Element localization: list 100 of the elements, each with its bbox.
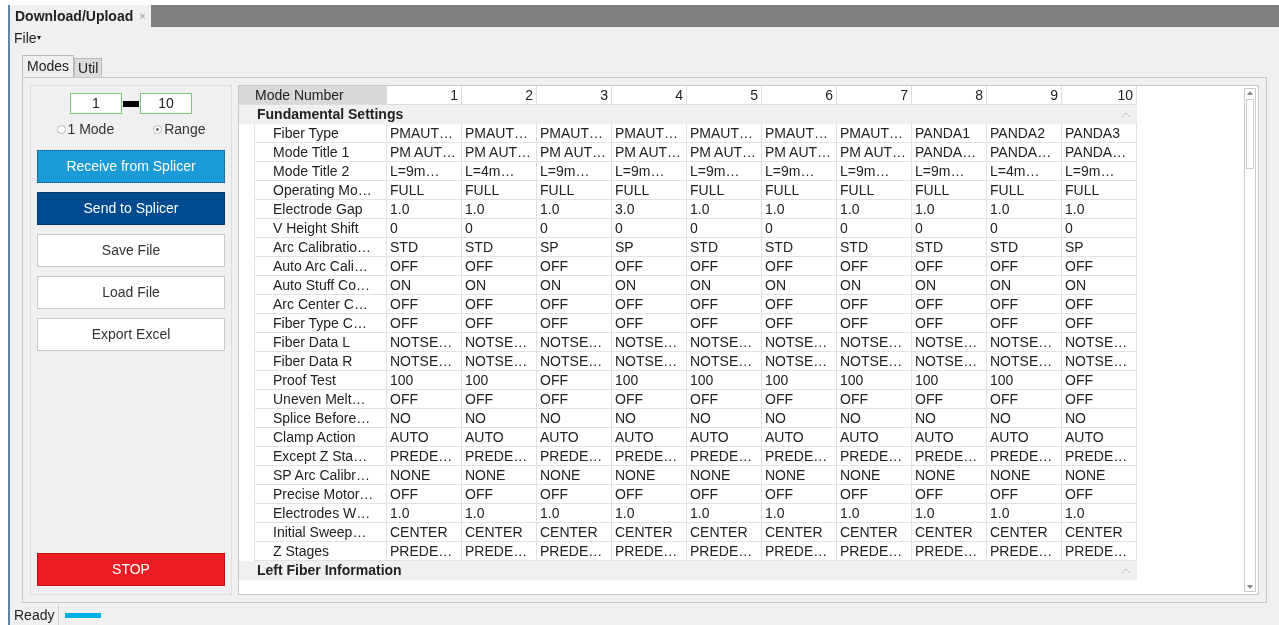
table-cell: ON: [462, 276, 537, 294]
table-cell: NO: [612, 409, 687, 427]
table-cell: 100: [462, 371, 537, 389]
row-label: Precise Motor…: [254, 485, 387, 503]
table-cell: NOTSE…: [387, 333, 462, 351]
table-cell: OFF: [912, 485, 987, 503]
scroll-thumb[interactable]: [1246, 99, 1254, 169]
row-label: SP Arc Calibr…: [254, 466, 387, 484]
action-button[interactable]: Save File: [37, 234, 225, 267]
table-cell: OFF: [987, 485, 1062, 503]
table-cell: OFF: [987, 390, 1062, 408]
table-cell: OFF: [387, 485, 462, 503]
stop-button[interactable]: STOP: [37, 553, 225, 586]
table-cell: 1.0: [612, 504, 687, 522]
table-cell: PM AUT…: [612, 143, 687, 161]
table-cell: 0: [1062, 219, 1137, 237]
scroll-down-icon[interactable]: [1246, 583, 1254, 591]
collapse-icon[interactable]: [1121, 567, 1131, 574]
tab[interactable]: Util: [74, 58, 103, 77]
section-header[interactable]: Fundamental Settings: [239, 105, 1137, 124]
table-cell: AUTO: [837, 428, 912, 446]
action-button[interactable]: Send to Splicer: [37, 192, 225, 225]
row-label: Auto Arc Cali…: [254, 257, 387, 275]
radio-option[interactable]: Range: [153, 119, 206, 140]
table-cell: NOTSE…: [762, 333, 837, 351]
table-cell: 1.0: [387, 504, 462, 522]
table-cell: L=4m…: [987, 162, 1062, 180]
table-cell: OFF: [537, 371, 612, 389]
row-label: Fiber Type C…: [254, 314, 387, 332]
table-cell: NOTSE…: [987, 333, 1062, 351]
table-cell: 100: [837, 371, 912, 389]
row-label: Fiber Type: [254, 124, 387, 142]
table-cell: ON: [612, 276, 687, 294]
table-cell: 0: [987, 219, 1062, 237]
row-label: Fiber Data L: [254, 333, 387, 351]
table-cell: SP: [1062, 238, 1137, 256]
table-cell: OFF: [612, 390, 687, 408]
table-cell: PREDE…: [612, 447, 687, 465]
scrollbar[interactable]: [1244, 88, 1256, 592]
table-cell: 100: [612, 371, 687, 389]
row-label: Arc Calibratio…: [254, 238, 387, 256]
table-cell: CENTER: [462, 523, 537, 541]
table-cell: NOTSE…: [987, 352, 1062, 370]
table-cell: AUTO: [987, 428, 1062, 446]
range-start-field[interactable]: 1: [70, 93, 122, 114]
table-cell: OFF: [837, 257, 912, 275]
table-cell: ON: [987, 276, 1062, 294]
collapse-icon[interactable]: [1121, 111, 1131, 118]
table-cell: OFF: [987, 314, 1062, 332]
table-cell: FULL: [612, 181, 687, 199]
table-cell: OFF: [537, 257, 612, 275]
document-tab[interactable]: Download/Upload ×: [10, 5, 151, 27]
table-cell: PMAUT…: [612, 124, 687, 142]
scroll-up-icon[interactable]: [1246, 89, 1254, 97]
table-cell: STD: [762, 238, 837, 256]
menu-item[interactable]: File▾: [14, 27, 41, 49]
table-cell: NO: [687, 409, 762, 427]
table-cell: 0: [387, 219, 462, 237]
table-cell: OFF: [762, 485, 837, 503]
range-end-field[interactable]: 10: [140, 93, 192, 114]
table-cell: OFF: [387, 295, 462, 313]
table-cell: NOTSE…: [837, 333, 912, 351]
table-cell: NO: [837, 409, 912, 427]
table-cell: OFF: [687, 257, 762, 275]
table-cell: 1.0: [762, 504, 837, 522]
table-cell: CENTER: [837, 523, 912, 541]
table-cell: OFF: [762, 314, 837, 332]
radio-option[interactable]: 1 Mode: [56, 119, 115, 140]
table-cell: OFF: [612, 485, 687, 503]
table-cell: PMAUT…: [387, 124, 462, 142]
column-header: 1: [387, 86, 462, 104]
table-cell: CENTER: [387, 523, 462, 541]
table-cell: FULL: [687, 181, 762, 199]
table-cell: PM AUT…: [387, 143, 462, 161]
table-cell: PM AUT…: [762, 143, 837, 161]
tab[interactable]: Modes: [22, 55, 75, 77]
row-label: Operating Mo…: [254, 181, 387, 199]
table-cell: OFF: [912, 390, 987, 408]
table-cell: PREDE…: [387, 542, 462, 560]
table-cell: OFF: [462, 390, 537, 408]
section-header[interactable]: Left Fiber Information: [239, 561, 1137, 580]
table-cell: 1.0: [537, 504, 612, 522]
table-cell: ON: [837, 276, 912, 294]
row-label: V Height Shift: [254, 219, 387, 237]
table-cell: NONE: [987, 466, 1062, 484]
table-cell: NOTSE…: [387, 352, 462, 370]
table-cell: OFF: [987, 257, 1062, 275]
table-cell: OFF: [462, 295, 537, 313]
table-cell: ON: [687, 276, 762, 294]
column-header: 7: [837, 86, 912, 104]
table-cell: OFF: [687, 314, 762, 332]
action-button[interactable]: Load File: [37, 276, 225, 309]
table-cell: SP: [612, 238, 687, 256]
table-cell: NOTSE…: [612, 352, 687, 370]
table-cell: PREDE…: [462, 542, 537, 560]
table-cell: NOTSE…: [762, 352, 837, 370]
table-cell: NOTSE…: [912, 352, 987, 370]
action-button[interactable]: Export Excel: [37, 318, 225, 351]
table-cell: CENTER: [1062, 523, 1137, 541]
table-cell: STD: [987, 238, 1062, 256]
